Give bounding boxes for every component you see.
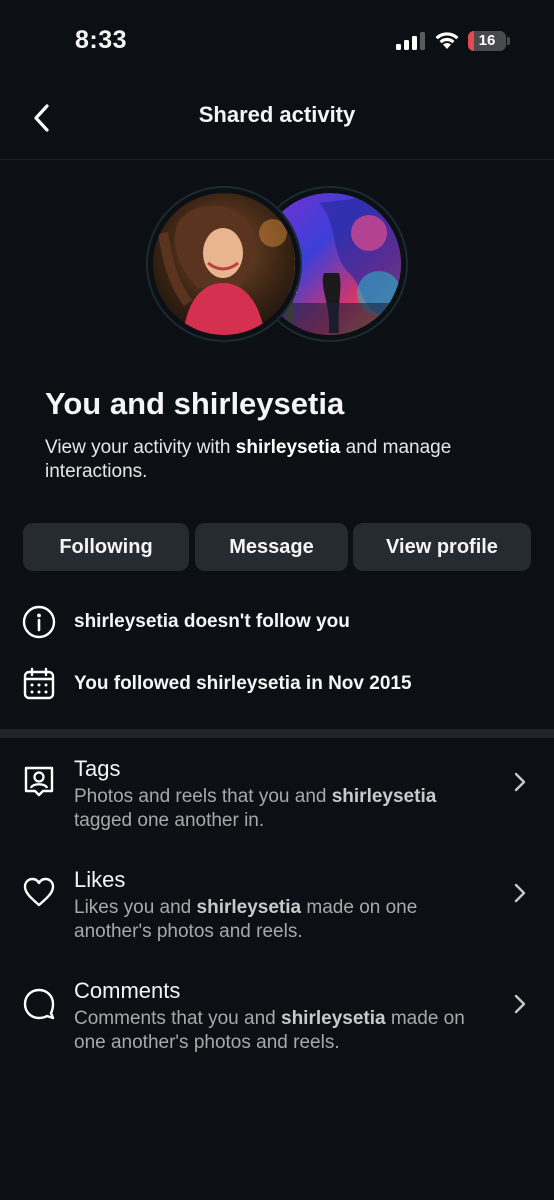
comments-desc-username: shirleysetia	[281, 1008, 386, 1029]
comment-bubble-icon	[23, 988, 55, 1020]
tags-desc-username: shirleysetia	[331, 786, 437, 807]
status-time: 8:33	[75, 26, 128, 54]
list-item-likes[interactable]: Likes Likes you and shirleysetia made on…	[0, 867, 554, 967]
following-button[interactable]: Following	[23, 523, 189, 571]
info-icon	[22, 605, 56, 639]
list-item-comments[interactable]: Comments Comments that you and shirleyse…	[0, 978, 554, 1078]
shared-activity-description: View your activity with shirleysetia and…	[45, 436, 515, 484]
battery-level: 16	[478, 32, 496, 49]
followed-since-row: You followed shirleysetia in Nov 2015	[22, 666, 532, 702]
chevron-right-icon	[514, 883, 526, 903]
likes-description: Likes you and shirleysetia made on one a…	[74, 896, 494, 944]
follow-status-text: shirleysetia doesn't follow you	[74, 611, 350, 632]
shared-activity-headline: You and shirleysetia	[45, 386, 345, 421]
tags-desc-text-end: tagged one another in.	[74, 810, 265, 831]
avatar-pair	[148, 188, 406, 340]
action-buttons: Following Message View profile	[23, 523, 531, 571]
likes-title: Likes	[74, 867, 126, 892]
likes-desc-username: shirleysetia	[196, 897, 302, 918]
section-divider	[0, 729, 554, 738]
followed-since-text: You followed shirleysetia in Nov 2015	[74, 673, 412, 694]
tags-desc-text: Photos and reels that you and	[74, 786, 332, 807]
shared-activity-screen: 8:33 16 Shared activity You and shirleys…	[0, 0, 554, 1200]
list-item-tags[interactable]: Tags Photos and reels that you and shirl…	[0, 756, 554, 856]
tags-title: Tags	[74, 756, 121, 781]
likes-desc-text: Likes you and	[74, 897, 197, 918]
calendar-icon	[22, 667, 56, 701]
comments-title: Comments	[74, 978, 181, 1003]
message-button[interactable]: Message	[195, 523, 348, 571]
page-title: Shared activity	[198, 102, 356, 127]
chevron-right-icon	[514, 994, 526, 1014]
view-profile-button[interactable]: View profile	[353, 523, 531, 571]
tags-description: Photos and reels that you and shirleyset…	[74, 785, 494, 833]
chevron-right-icon	[514, 772, 526, 792]
heart-icon	[23, 877, 55, 907]
comments-desc-text: Comments that you and	[74, 1008, 281, 1029]
shirleysetia-avatar[interactable]	[148, 188, 300, 340]
wifi-icon	[435, 32, 459, 49]
battery-icon: 16	[468, 31, 510, 51]
tag-person-icon	[24, 766, 54, 797]
description-text: View your activity with	[45, 437, 236, 458]
status-bar: 8:33 16	[0, 0, 554, 80]
nav-bar: Shared activity	[0, 80, 554, 160]
cellular-signal-icon	[396, 32, 425, 50]
follow-status-row: shirleysetia doesn't follow you	[22, 604, 532, 640]
description-username: shirleysetia	[235, 437, 341, 458]
comments-description: Comments that you and shirleysetia made …	[74, 1007, 494, 1055]
